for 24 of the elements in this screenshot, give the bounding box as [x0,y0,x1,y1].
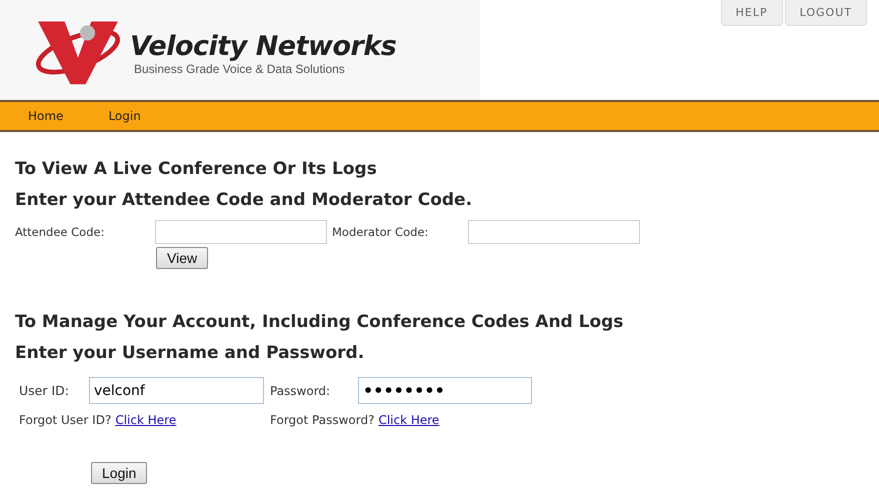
input-field[interactable]: velconf [89,377,264,404]
nav-link[interactable]: Login [108,109,141,123]
field-label: Attendee Code: [15,225,106,239]
top-tab[interactable]: HELP [720,0,783,26]
field-label: User ID: [19,383,70,398]
input-field[interactable]: •••••••• [358,377,532,404]
nav-link[interactable]: Home [28,109,64,123]
forgot-text: Forgot Password? [270,413,374,427]
field-label: Password: [270,384,332,398]
section-title: To View A Live Conference Or Its Logs [15,158,378,181]
section-title: To Manage Your Account, Including Conference Codes And Logs [15,311,624,334]
input-field[interactable] [468,220,640,244]
click-here-link[interactable]: Click Here [378,413,440,427]
field-label: Moderator Code: [332,225,430,239]
forgot-text: Forgot User ID? [19,413,112,427]
brand-name: Velocity Networks [130,30,396,62]
section-subtitle: Enter your Attendee Code and Moderator Code. [15,189,474,212]
section-subtitle: Enter your Username and Password. [15,342,366,365]
login-button[interactable]: Login [91,462,148,484]
view-button[interactable]: View [156,247,208,269]
top-tab[interactable]: LOGOUT [784,0,867,26]
tagline: Business Grade Voice & Data Solutions [134,62,346,76]
click-here-link[interactable]: Click Here [115,413,176,427]
input-field[interactable] [155,220,327,244]
